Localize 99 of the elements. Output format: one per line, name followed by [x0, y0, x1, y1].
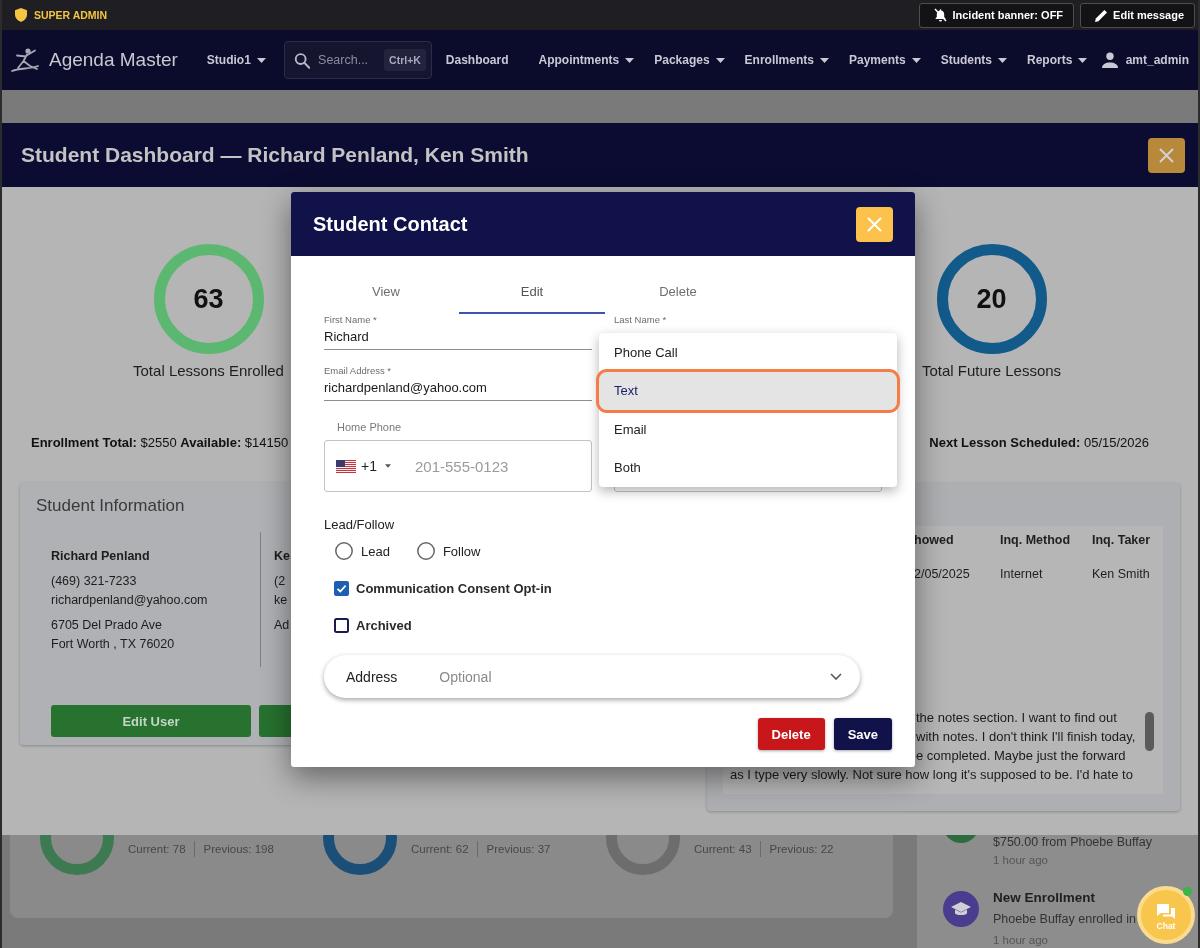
- caret-icon: [911, 57, 921, 63]
- address-line: Ad: [274, 617, 290, 633]
- nav-menu-item[interactable]: Payments: [848, 53, 921, 67]
- column-header: Inq. Taker: [1092, 532, 1151, 549]
- dialog-title: Student Contact: [313, 212, 468, 236]
- menu-option[interactable]: Email: [599, 410, 897, 449]
- flag-icon: [336, 459, 356, 473]
- nav-menu-item[interactable]: Students: [940, 53, 1007, 67]
- stat-label: Total Future Lessons: [921, 362, 1062, 380]
- stat-value: 63: [193, 284, 224, 314]
- contact-email: ke: [274, 592, 288, 608]
- stat-current: Current: 43: [694, 842, 752, 857]
- caret-icon: [256, 57, 266, 63]
- contact-phone: (2: [274, 573, 286, 589]
- card-title: Student Information: [36, 496, 185, 516]
- delete-button[interactable]: Delete: [757, 718, 825, 750]
- menu-option[interactable]: Text: [599, 371, 897, 410]
- tab[interactable]: View: [313, 270, 459, 314]
- nav-menu-item[interactable]: Packages: [654, 53, 725, 67]
- chat-icon: [1156, 903, 1176, 920]
- activity-title: New Enrollment: [993, 889, 1095, 907]
- address-line: Fort Worth , TX 76020: [51, 636, 175, 652]
- contact-name: Ke: [274, 548, 290, 564]
- activity-text: $750.00 from Phoebe Buffay: [993, 835, 1152, 850]
- email-field[interactable]: Email Address * richardpenland@yahoo.com: [324, 365, 592, 401]
- first-name-field[interactable]: First Name * Richard: [324, 314, 592, 350]
- stat-current: Current: 62: [411, 842, 469, 857]
- field-label: Last Name *: [614, 314, 667, 325]
- radio-button[interactable]: [335, 542, 353, 560]
- caret-icon: [715, 57, 725, 63]
- stat-value: 20: [976, 284, 1007, 314]
- scrollbar-thumb[interactable]: [1145, 712, 1154, 751]
- notes-text: as I type very slowly. Not sure how long it's supposed to be. I'd hate to: [730, 766, 1133, 784]
- edit-user-button[interactable]: Edit User: [51, 705, 251, 737]
- graduation-cap-icon: [943, 891, 979, 927]
- address-line: 6705 Del Prado Ave: [51, 617, 162, 633]
- stat-previous: Previous: 37: [476, 841, 551, 857]
- caret-icon: [998, 57, 1007, 63]
- close-button[interactable]: [856, 206, 893, 242]
- shortcut-badge: Ctrl+K: [384, 49, 426, 71]
- stat-current: Current: 78: [128, 842, 186, 857]
- caret-icon: [384, 464, 391, 468]
- nav-menu-item[interactable]: Dashboard: [445, 53, 509, 67]
- shield-icon: [15, 8, 27, 22]
- column-header: Inq. Method: [1000, 532, 1072, 549]
- studio-dropdown[interactable]: Studio1: [206, 53, 266, 67]
- activity-text: Phoebe Buffay enrolled in: [993, 911, 1136, 928]
- menu-option[interactable]: Phone Call: [599, 333, 897, 372]
- table-cell-text: Ken Smith: [1092, 566, 1151, 583]
- logo-icon: [10, 47, 40, 73]
- checkbox-label: Archived: [356, 617, 412, 633]
- stat-previous: Previous: 198: [193, 841, 274, 857]
- contact-email: richardpenland@yahoo.com: [51, 592, 208, 608]
- edit-message-button[interactable]: Edit message: [1080, 2, 1195, 28]
- radio-label: Follow: [442, 543, 481, 559]
- nav-menu-item[interactable]: Appointments: [538, 53, 635, 67]
- group-label: Lead/Follow: [324, 517, 395, 533]
- table-cell-text: 2/05/2025: [914, 566, 971, 583]
- address-accordion[interactable]: Address Optional: [324, 655, 860, 698]
- table-cell-text: Internet: [1000, 566, 1044, 583]
- next-lesson-text: Next Lesson Scheduled: 05/15/2026: [929, 434, 1149, 452]
- nav-menu-item[interactable]: Enrollments: [744, 53, 829, 67]
- stat-previous: Previous: 22: [759, 841, 834, 857]
- menu-option[interactable]: Both: [599, 448, 897, 487]
- brand-name: Agenda Master: [49, 49, 178, 71]
- checkbox[interactable]: [334, 580, 349, 596]
- country-code-select[interactable]: +1: [336, 458, 391, 474]
- caret-icon: [625, 57, 635, 63]
- caret-icon: [1078, 57, 1088, 63]
- caret-icon: [819, 57, 829, 63]
- phone-input[interactable]: 201-555-0123: [414, 457, 565, 475]
- stat-label: Total Lessons Enrolled: [133, 362, 284, 380]
- radio-button[interactable]: [416, 542, 435, 560]
- contact-name: Richard Penland: [51, 548, 150, 564]
- search-icon: [293, 51, 311, 69]
- pencil-icon: [1095, 8, 1109, 22]
- radio-label: Lead: [361, 543, 390, 559]
- chevron-down-icon: [830, 673, 842, 680]
- incident-banner-button[interactable]: Incident banner: OFF: [919, 2, 1075, 28]
- close-icon: [1159, 147, 1174, 163]
- contact-phone: (469) 321-7233: [51, 573, 137, 589]
- role-label: SUPER ADMIN: [34, 9, 108, 21]
- close-button[interactable]: [1148, 137, 1185, 173]
- close-icon: [867, 216, 882, 232]
- bell-off-icon: [934, 8, 948, 22]
- checkbox[interactable]: [334, 617, 349, 633]
- search-input[interactable]: Search...: [318, 53, 377, 67]
- field-label: Home Phone: [337, 420, 402, 434]
- user-menu[interactable]: amt_admin: [1101, 52, 1189, 68]
- tab[interactable]: Delete: [605, 270, 751, 314]
- notes-text: the notes section. I want to find out with notes. I don't think I'll finish today, e completed. Maybe just the forward: [916, 709, 1136, 765]
- dialog-title: Student Dashboard — Richard Penland, Ken Smith: [21, 143, 529, 167]
- column-header: howed: [914, 532, 955, 549]
- tab[interactable]: Edit: [459, 270, 605, 314]
- nav-menu-item[interactable]: Reports: [1027, 53, 1088, 67]
- save-button[interactable]: Save: [833, 718, 892, 750]
- checkbox-label: Communication Consent Opt-in: [356, 580, 552, 596]
- user-icon: [1101, 52, 1118, 68]
- enrollment-summary: Enrollment Total: $2550 Available: $14150: [31, 434, 289, 452]
